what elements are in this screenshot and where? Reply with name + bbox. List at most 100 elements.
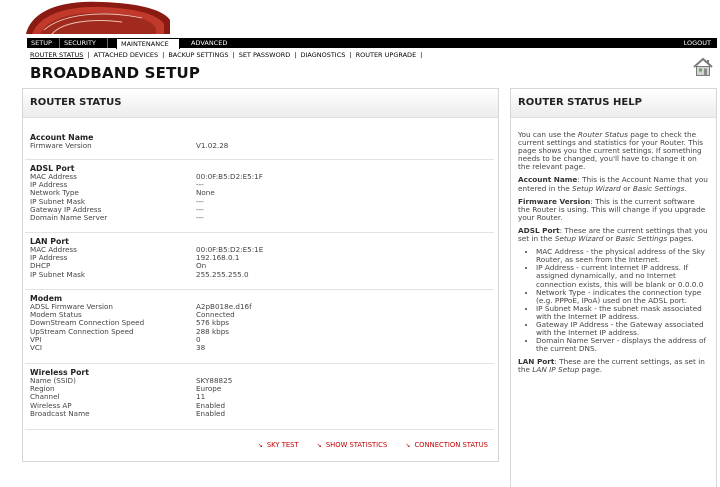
help-title: ROUTER STATUS HELP xyxy=(511,89,716,118)
subnav-separator: | xyxy=(420,51,423,59)
subnav-diagnostics[interactable]: DIAGNOSTICS xyxy=(300,51,345,59)
router-status-panel: ROUTER STATUS Account Name Firmware Vers… xyxy=(22,88,499,462)
logout-link[interactable]: LOGOUT xyxy=(684,38,711,48)
modem-section: Modem ADSL Firmware Version A2pB018e.d16f… xyxy=(30,294,485,352)
show-statistics-link[interactable]: ↘ SHOW STATISTICS xyxy=(317,441,387,449)
row-value: Europe xyxy=(196,384,222,394)
row-value: 00:0F:B5:D2:E5:1E xyxy=(196,245,264,254)
row-value: 38 xyxy=(196,343,206,353)
status-row: VCI 38 xyxy=(30,343,485,353)
row-value: --- xyxy=(196,213,204,223)
row-value: V1.02.28 xyxy=(196,141,229,150)
row-label: Domain Name Server xyxy=(30,213,108,223)
arrow-icon: ↘ xyxy=(257,442,263,449)
row-value: 00:0F:B5:D2:E5:1F xyxy=(196,172,263,181)
status-row: Name (SSID) SKY88825 xyxy=(30,376,485,385)
arrow-icon: ↘ xyxy=(316,442,322,449)
row-value: 0 xyxy=(196,334,201,344)
row-label: Broadcast Name xyxy=(30,408,90,418)
help-bullet-list: MAC Address - the physical address of th… xyxy=(518,248,708,353)
status-row: Wireless AP Enabled xyxy=(30,400,485,410)
connection-status-link[interactable]: ↘ CONNECTION STATUS xyxy=(405,441,488,449)
help-lan: LAN Port: These are the current settings… xyxy=(518,357,705,375)
help-body: You can use the Router Status page to ch… xyxy=(518,130,708,380)
brand-logo xyxy=(26,1,170,34)
list-item: MAC Address - the physical address of th… xyxy=(536,248,708,264)
lan-section: LAN Port MAC Address 00:0F:B5:D2:E5:1E IP… xyxy=(30,237,485,279)
subnav-attached-devices[interactable]: ATTACHED DEVICES xyxy=(94,51,158,59)
row-label: VCI xyxy=(30,343,43,353)
divider xyxy=(25,289,494,290)
status-row: DHCP On xyxy=(30,262,485,270)
panel-title: ROUTER STATUS xyxy=(23,89,498,118)
row-value: None xyxy=(196,188,215,198)
status-row: MAC Address 00:0F:B5:D2:E5:1F xyxy=(30,172,485,181)
status-row: Channel 11 xyxy=(30,393,485,401)
tab-security[interactable]: SECURITY xyxy=(60,38,108,48)
status-row: Broadcast Name Enabled xyxy=(30,408,485,418)
divider xyxy=(25,232,494,233)
row-value: 288 kbps xyxy=(196,326,230,336)
wireless-section: Wireless Port Name (SSID) SKY88825 Region… xyxy=(30,368,485,418)
tab-advanced[interactable]: ADVANCED xyxy=(187,38,237,48)
section-title: Wireless Port xyxy=(30,368,90,377)
help-account: Account Name: This is the Account Name t… xyxy=(518,175,708,193)
row-value: 255.255.255.0 xyxy=(196,269,249,279)
subnav-separator: | xyxy=(87,51,90,59)
status-row: Network Type None xyxy=(30,189,485,197)
subnav-separator: | xyxy=(349,51,352,59)
subnav-router-upgrade[interactable]: ROUTER UPGRADE xyxy=(356,51,417,59)
row-label: UpStream Connection Speed xyxy=(30,326,134,336)
account-section: Account Name Firmware Version V1.02.28 xyxy=(30,133,485,150)
row-value: --- xyxy=(196,180,204,190)
status-row: UpStream Connection Speed 288 kbps xyxy=(30,326,485,336)
status-row: Region Europe xyxy=(30,384,485,394)
row-value: --- xyxy=(196,204,204,214)
help-panel: ROUTER STATUS HELP You can use the Route… xyxy=(510,88,717,487)
subnav-backup-settings[interactable]: BACKUP SETTINGS xyxy=(168,51,228,59)
row-label: VPI xyxy=(30,334,42,344)
list-item: Domain Name Server - displays the addres… xyxy=(536,337,708,353)
section-title: Account Name xyxy=(30,133,94,142)
status-row: Domain Name Server --- xyxy=(30,213,485,223)
status-row: VPI 0 xyxy=(30,334,485,344)
status-row: IP Address --- xyxy=(30,180,485,190)
row-value: --- xyxy=(196,196,204,206)
tab-maintenance[interactable]: MAINTENANCE xyxy=(116,38,180,49)
row-value: A2pB018e.d16f xyxy=(196,302,252,311)
row-label: Name (SSID) xyxy=(30,376,76,385)
sub-navigation: ROUTER STATUS | ATTACHED DEVICES | BACKUP SE… xyxy=(30,51,426,59)
row-value: Enabled xyxy=(196,400,226,410)
row-value: SKY88825 xyxy=(196,376,233,385)
help-adsl: ADSL Port: These are the current setting… xyxy=(518,225,708,244)
list-item: Network Type - indicates the connection … xyxy=(536,288,708,305)
adsl-section: ADSL Port MAC Address 00:0F:B5:D2:E5:1F I… xyxy=(30,164,485,222)
row-value: 192.168.0.1 xyxy=(196,253,240,263)
subnav-separator: | xyxy=(162,51,165,59)
status-row: MAC Address 00:0F:B5:D2:E5:1E xyxy=(30,245,485,254)
subnav-set-password[interactable]: SET PASSWORD xyxy=(239,51,291,59)
sky-test-link[interactable]: ↘ SKY TEST xyxy=(258,441,299,449)
status-row: IP Address 192.168.0.1 xyxy=(30,253,485,263)
arrow-icon: ↘ xyxy=(405,442,411,449)
tab-setup[interactable]: SETUP xyxy=(27,38,60,48)
home-icon[interactable] xyxy=(692,56,714,78)
row-label: IP Address xyxy=(30,253,68,263)
row-value: 576 kbps xyxy=(196,318,230,328)
list-item: Gateway IP Address - the Gateway associa… xyxy=(536,320,708,337)
page-title: BROADBAND SETUP xyxy=(30,64,201,82)
row-label: IP Subnet Mask xyxy=(30,269,86,279)
divider xyxy=(25,363,494,364)
status-row: IP Subnet Mask 255.255.255.0 xyxy=(30,269,485,279)
status-row: Firmware Version V1.02.28 xyxy=(30,141,485,150)
list-item: IP Subnet Mask - the subnet mask associa… xyxy=(536,304,708,321)
top-navigation: SETUP SECURITY MAINTENANCE ADVANCED LOGO… xyxy=(27,38,717,49)
help-intro: You can use the Router Status page to ch… xyxy=(518,130,704,172)
row-value: 11 xyxy=(196,392,206,402)
help-firmware: Firmware Version: This is the current so… xyxy=(518,196,706,222)
subnav-separator: | xyxy=(232,51,235,59)
divider xyxy=(25,429,494,430)
list-item: IP Address - current Internet IP address… xyxy=(536,264,708,288)
row-label: Firmware Version xyxy=(30,141,92,150)
subnav-router-status[interactable]: ROUTER STATUS xyxy=(30,51,83,59)
